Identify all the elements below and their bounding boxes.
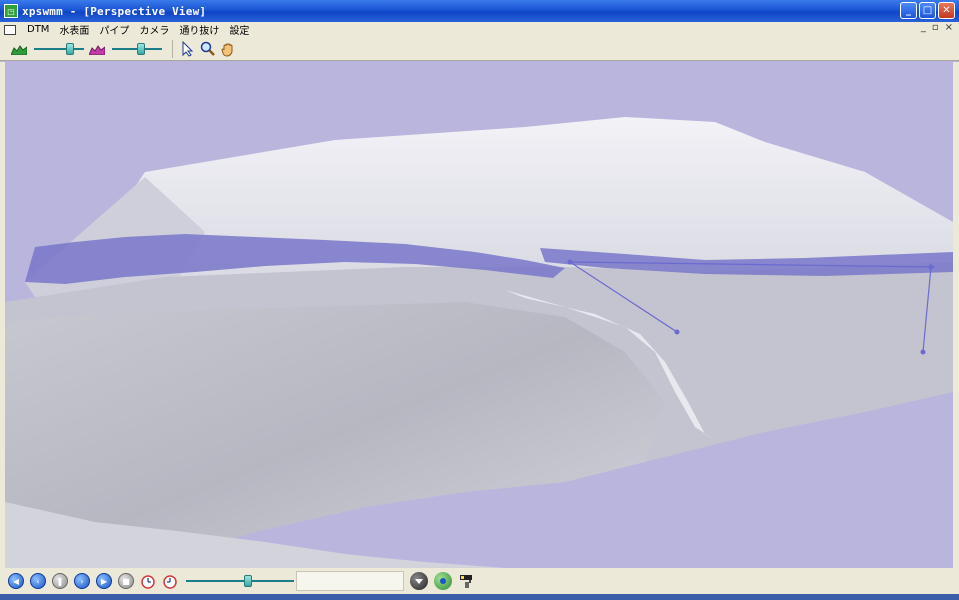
rewind-icon[interactable]: ◀	[8, 573, 24, 589]
mdi-restore-button[interactable]: ▫	[932, 22, 939, 33]
pointer-icon[interactable]	[179, 40, 197, 57]
minimize-button[interactable]: _	[900, 2, 917, 19]
terrain-pink-icon[interactable]	[88, 41, 106, 57]
menu-dtm[interactable]: DTM	[22, 24, 54, 35]
paint-icon[interactable]	[458, 572, 476, 590]
toolbar-separator	[172, 39, 173, 58]
toolbar	[0, 37, 959, 61]
clock-back-icon[interactable]	[140, 573, 156, 589]
mdi-minimize-button[interactable]: _	[921, 22, 926, 33]
menu-bar: DTM 水表面 パイプ カメラ 通り抜け 設定 _ ▫ ×	[0, 22, 959, 37]
perspective-viewport[interactable]	[5, 62, 953, 568]
menu-pipe[interactable]: パイプ	[94, 22, 134, 37]
menu-settings[interactable]: 設定	[224, 22, 254, 37]
zoom-icon[interactable]	[199, 41, 217, 57]
play-icon[interactable]: ▶	[96, 573, 112, 589]
title-bar[interactable]: ◳ xpswmm - [Perspective View] _ □ ✕	[0, 0, 959, 22]
timeline-slider[interactable]	[186, 574, 294, 588]
camera-down-icon[interactable]	[410, 572, 428, 590]
step-back-icon[interactable]: ‹	[30, 573, 46, 589]
maximize-button[interactable]: □	[919, 2, 936, 19]
mdi-close-button[interactable]: ×	[945, 22, 953, 33]
document-icon[interactable]	[4, 24, 16, 35]
stop-icon[interactable]: ■	[118, 573, 134, 589]
menu-camera[interactable]: カメラ	[134, 22, 174, 37]
pause-icon[interactable]: ❚	[52, 573, 68, 589]
pan-hand-icon[interactable]	[219, 41, 237, 57]
terrain-green-icon[interactable]	[10, 41, 28, 57]
terrain-render[interactable]	[5, 62, 953, 568]
water-opacity-slider[interactable]	[112, 42, 162, 56]
xpswmm-logo-icon: ◳	[4, 4, 18, 18]
clock-forward-icon[interactable]	[162, 573, 178, 589]
step-forward-icon[interactable]: ›	[74, 573, 90, 589]
playback-controls: ◀ ‹ ❚ › ▶ ■	[0, 568, 953, 594]
taskbar-strip	[0, 594, 959, 600]
close-button[interactable]: ✕	[938, 2, 955, 19]
time-display-field[interactable]	[296, 571, 404, 591]
menu-flythrough[interactable]: 通り抜け	[174, 22, 224, 37]
window-title: xpswmm - [Perspective View]	[22, 4, 207, 18]
menu-water-surface[interactable]: 水表面	[54, 22, 94, 37]
info-icon[interactable]	[434, 572, 452, 590]
terrain-opacity-slider[interactable]	[34, 42, 84, 56]
frame-right-edge	[953, 62, 959, 600]
